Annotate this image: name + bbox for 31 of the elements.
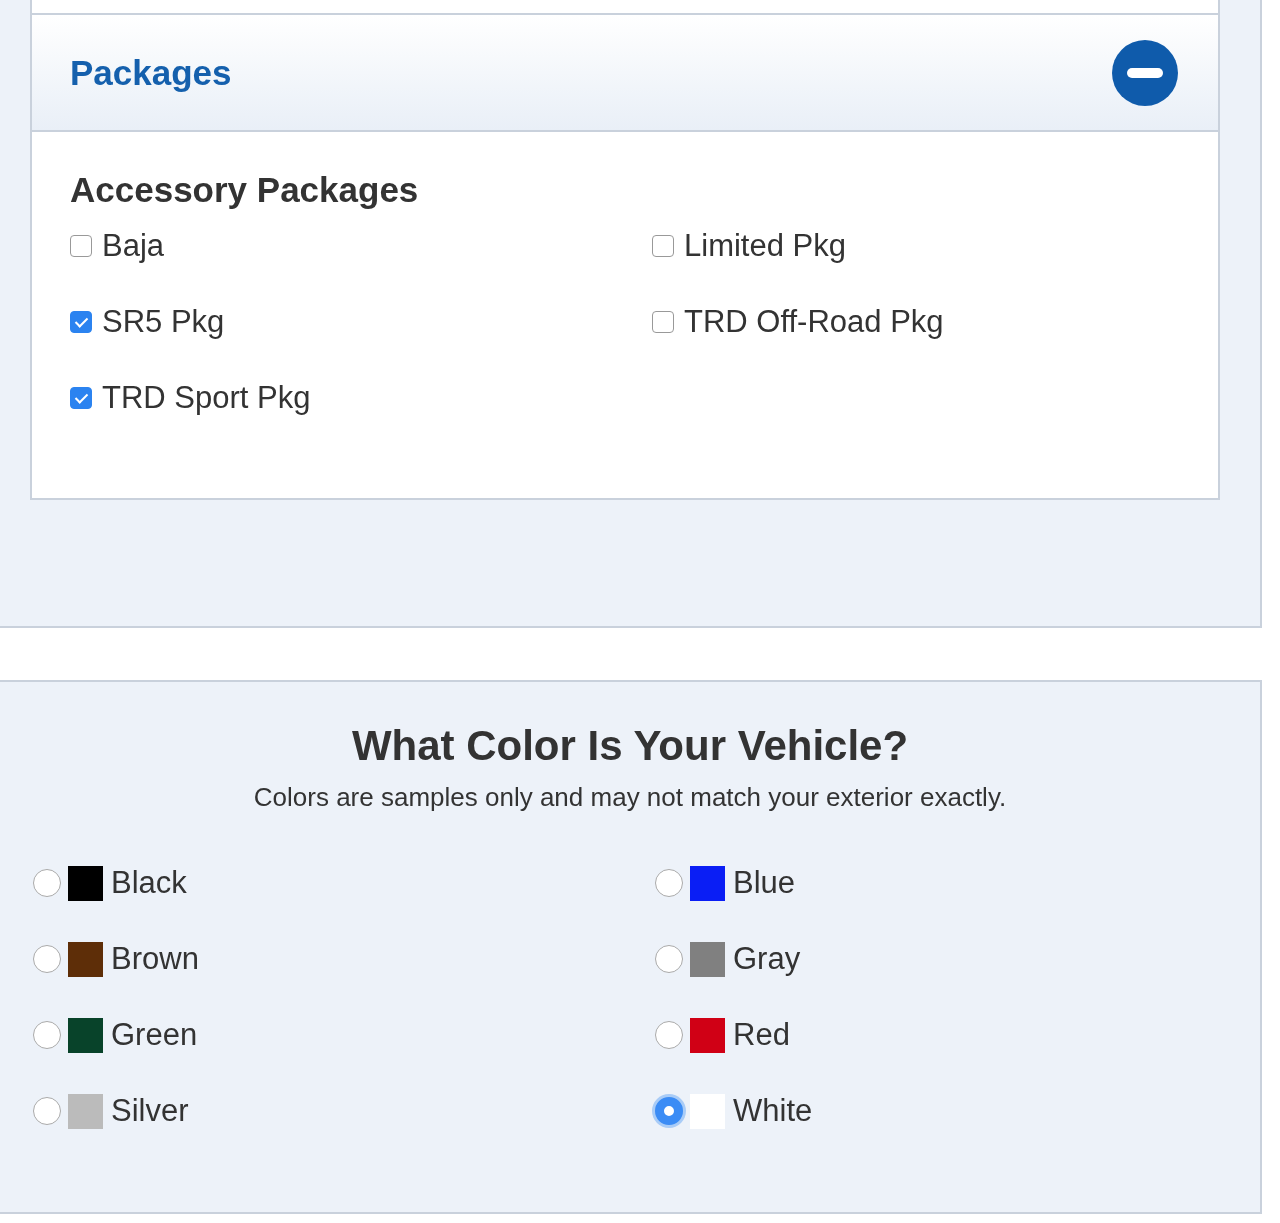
color-label: Black xyxy=(111,865,187,901)
section-title: What Color Is Your Vehicle? xyxy=(350,722,910,770)
checkbox[interactable] xyxy=(70,387,92,409)
checkbox[interactable] xyxy=(70,311,92,333)
option-label: SR5 Pkg xyxy=(102,304,225,340)
group-heading: Accessory Packages xyxy=(70,170,420,210)
radio-button[interactable] xyxy=(33,869,61,897)
color-label: Brown xyxy=(111,941,199,977)
radio-button[interactable] xyxy=(655,1097,683,1125)
section-title: Packages xyxy=(70,52,232,93)
section-subtitle: Colors are samples only and may not match your exterior exactly. xyxy=(252,782,1008,813)
radio-button[interactable] xyxy=(33,945,61,973)
option-label: TRD Off-Road Pkg xyxy=(684,304,944,340)
color-label: Gray xyxy=(733,941,801,977)
color-label: White xyxy=(733,1093,813,1129)
radio-button[interactable] xyxy=(655,869,683,897)
checkbox[interactable] xyxy=(652,235,674,257)
checkbox[interactable] xyxy=(652,311,674,333)
checkbox[interactable] xyxy=(70,235,92,257)
option-label: Baja xyxy=(102,228,165,264)
color-label: Blue xyxy=(733,865,796,901)
option-label: Limited Pkg xyxy=(684,228,846,264)
collapse-icon[interactable] xyxy=(1112,39,1178,106)
color-label: Silver xyxy=(111,1093,189,1129)
radio-button[interactable] xyxy=(655,945,683,973)
color-label: Red xyxy=(733,1017,790,1053)
radio-button[interactable] xyxy=(655,1021,683,1049)
color-label: Green xyxy=(111,1017,198,1053)
option-label: TRD Sport Pkg xyxy=(102,380,311,416)
radio-button[interactable] xyxy=(33,1097,61,1125)
radio-button[interactable] xyxy=(33,1021,61,1049)
